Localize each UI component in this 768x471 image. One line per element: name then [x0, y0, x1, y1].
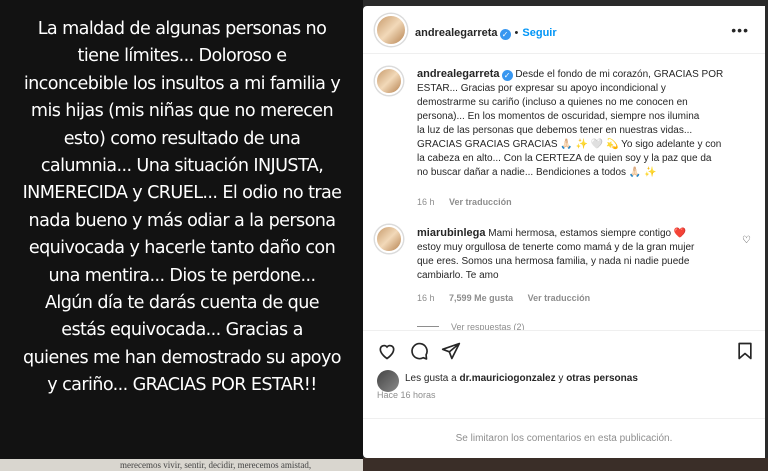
story-line: nada bueno y más odiar a la persona: [28, 210, 337, 231]
verified-icon: ✓: [501, 70, 513, 81]
post-header: andrealegarreta ✓ • Seguir •••: [363, 6, 765, 54]
story-line: La maldad de algunas personas no: [37, 19, 327, 39]
share-icon[interactable]: [441, 341, 461, 361]
story-line: inconcebible los insultos a mi familia y: [23, 73, 341, 94]
comment-likes[interactable]: 7,599 Me gusta: [449, 293, 513, 303]
author-avatar[interactable]: [375, 14, 407, 46]
heart-icon[interactable]: [377, 341, 397, 361]
view-replies-link[interactable]: Ver respuestas (2): [417, 322, 525, 330]
story-line: quienes me han demostrado su apoyo: [23, 347, 342, 368]
comment-line: cambiarlo. Te amo: [417, 270, 499, 281]
dot-separator: •: [514, 27, 519, 39]
caption-line: no buscar dañar a nadie... Bendiciones a…: [417, 167, 657, 178]
post-card: andrealegarreta ✓ • Seguir ••• andrealegarr…: [363, 6, 765, 458]
translate-link[interactable]: Ver traducción: [449, 197, 512, 207]
story-line: una mentira... Dios te perdone...: [48, 265, 316, 286]
caption-username[interactable]: andrealegarreta: [417, 68, 500, 80]
story-panel: La maldad de algunas personas no tiene l…: [0, 0, 363, 471]
comment-meta: 16 h 7,599 Me gusta Ver traducción: [417, 293, 590, 303]
caption-meta: 16 h Ver traducción: [417, 197, 512, 207]
story-line: equivocada y hacerle tanto daño con: [28, 238, 336, 259]
story-line: mis hijas (mis niñas que no merecen: [30, 101, 334, 122]
liker-avatar[interactable]: [377, 370, 399, 392]
story-text: La maldad de algunas personas no tiene l…: [6, 16, 358, 400]
story-line: INMERECIDA y CRUEL... El odio no trae: [22, 183, 342, 204]
caption-line: demostrarme su cariño (incluso a quienes…: [417, 97, 688, 108]
caption-line: la cabeza en alto... Con la CERTEZA de q…: [417, 153, 712, 164]
caption-text: andrealegarreta ✓ Desde el fondo de mi co…: [417, 67, 747, 180]
liked-by-user[interactable]: dr.mauriciogonzalez: [459, 373, 555, 384]
background-paper: merecemos vivir, sentir, decidir, merece…: [0, 459, 363, 471]
comment-avatar[interactable]: [375, 225, 403, 253]
comment-line: que eres. Somos una hermosa familia, y n…: [417, 256, 690, 267]
liked-by-others[interactable]: otras personas: [566, 373, 638, 384]
story-line: estás equivocada... Gracias a: [61, 320, 303, 341]
story-line: esto) como resultado de una: [63, 128, 301, 149]
caption-avatar[interactable]: [375, 67, 403, 95]
post-time: Hace 16 horas: [377, 390, 436, 400]
caption-line: la luz de las personas que debemos tener…: [417, 125, 693, 136]
caption-line: GRACIAS GRACIAS GRACIAS 🙏🏻 ✨ 🤍 💫 Yo sigo…: [417, 139, 722, 150]
translate-link[interactable]: Ver traducción: [528, 293, 591, 303]
liked-by-prefix: Les gusta a: [405, 373, 460, 384]
comment-text: miarubinlega Mami hermosa, estamos siemp…: [417, 226, 747, 283]
comment-time: 16 h: [417, 293, 435, 303]
caption-line: persona)... En los momentos de oscuridad…: [417, 111, 700, 122]
comment-line: Mami hermosa, estamos siempre contigo ❤️: [488, 228, 687, 239]
comments-disabled-note: Se limitaron los comentarios en esta pub…: [363, 418, 765, 458]
paper-text: merecemos vivir, sentir, decidir, merece…: [120, 460, 312, 470]
post-panel: andrealegarreta ✓ • Seguir ••• andrealegarr…: [363, 0, 768, 471]
author-username[interactable]: andrealegarreta: [415, 27, 498, 39]
story-line: tiene límites... Doloroso e: [77, 46, 288, 67]
verified-icon: ✓: [499, 29, 511, 40]
story-line: Algún día te darás cuenta de que: [44, 293, 320, 314]
liked-by: Les gusta a dr.mauriciogonzalez y otras …: [405, 373, 638, 384]
story-line: calumnia... Una situación INJUSTA,: [40, 156, 324, 177]
heart-icon[interactable]: ♡: [742, 235, 751, 246]
action-bar: [363, 330, 765, 370]
comment-line: estoy muy orgullosa de tenerte como mamá…: [417, 242, 695, 253]
caption-line: Desde el fondo de mi corazón, GRACIAS PO…: [515, 69, 724, 80]
comments-section[interactable]: andrealegarreta ✓ Desde el fondo de mi co…: [363, 55, 765, 330]
caption-line: ESTAR... Gracias por expresar su apoyo i…: [417, 83, 666, 94]
story-line: y cariño... GRACIAS POR ESTAR!!: [47, 375, 317, 396]
caption-time: 16 h: [417, 197, 435, 207]
author-row: andrealegarreta ✓ • Seguir: [415, 23, 557, 41]
liked-by-suffix: y: [555, 373, 567, 384]
follow-button[interactable]: Seguir: [522, 27, 556, 39]
background-strip: [363, 458, 768, 471]
comment-icon[interactable]: [409, 341, 429, 361]
more-icon[interactable]: •••: [731, 22, 749, 38]
comment-username[interactable]: miarubinlega: [417, 227, 485, 239]
bookmark-icon[interactable]: [735, 341, 755, 361]
